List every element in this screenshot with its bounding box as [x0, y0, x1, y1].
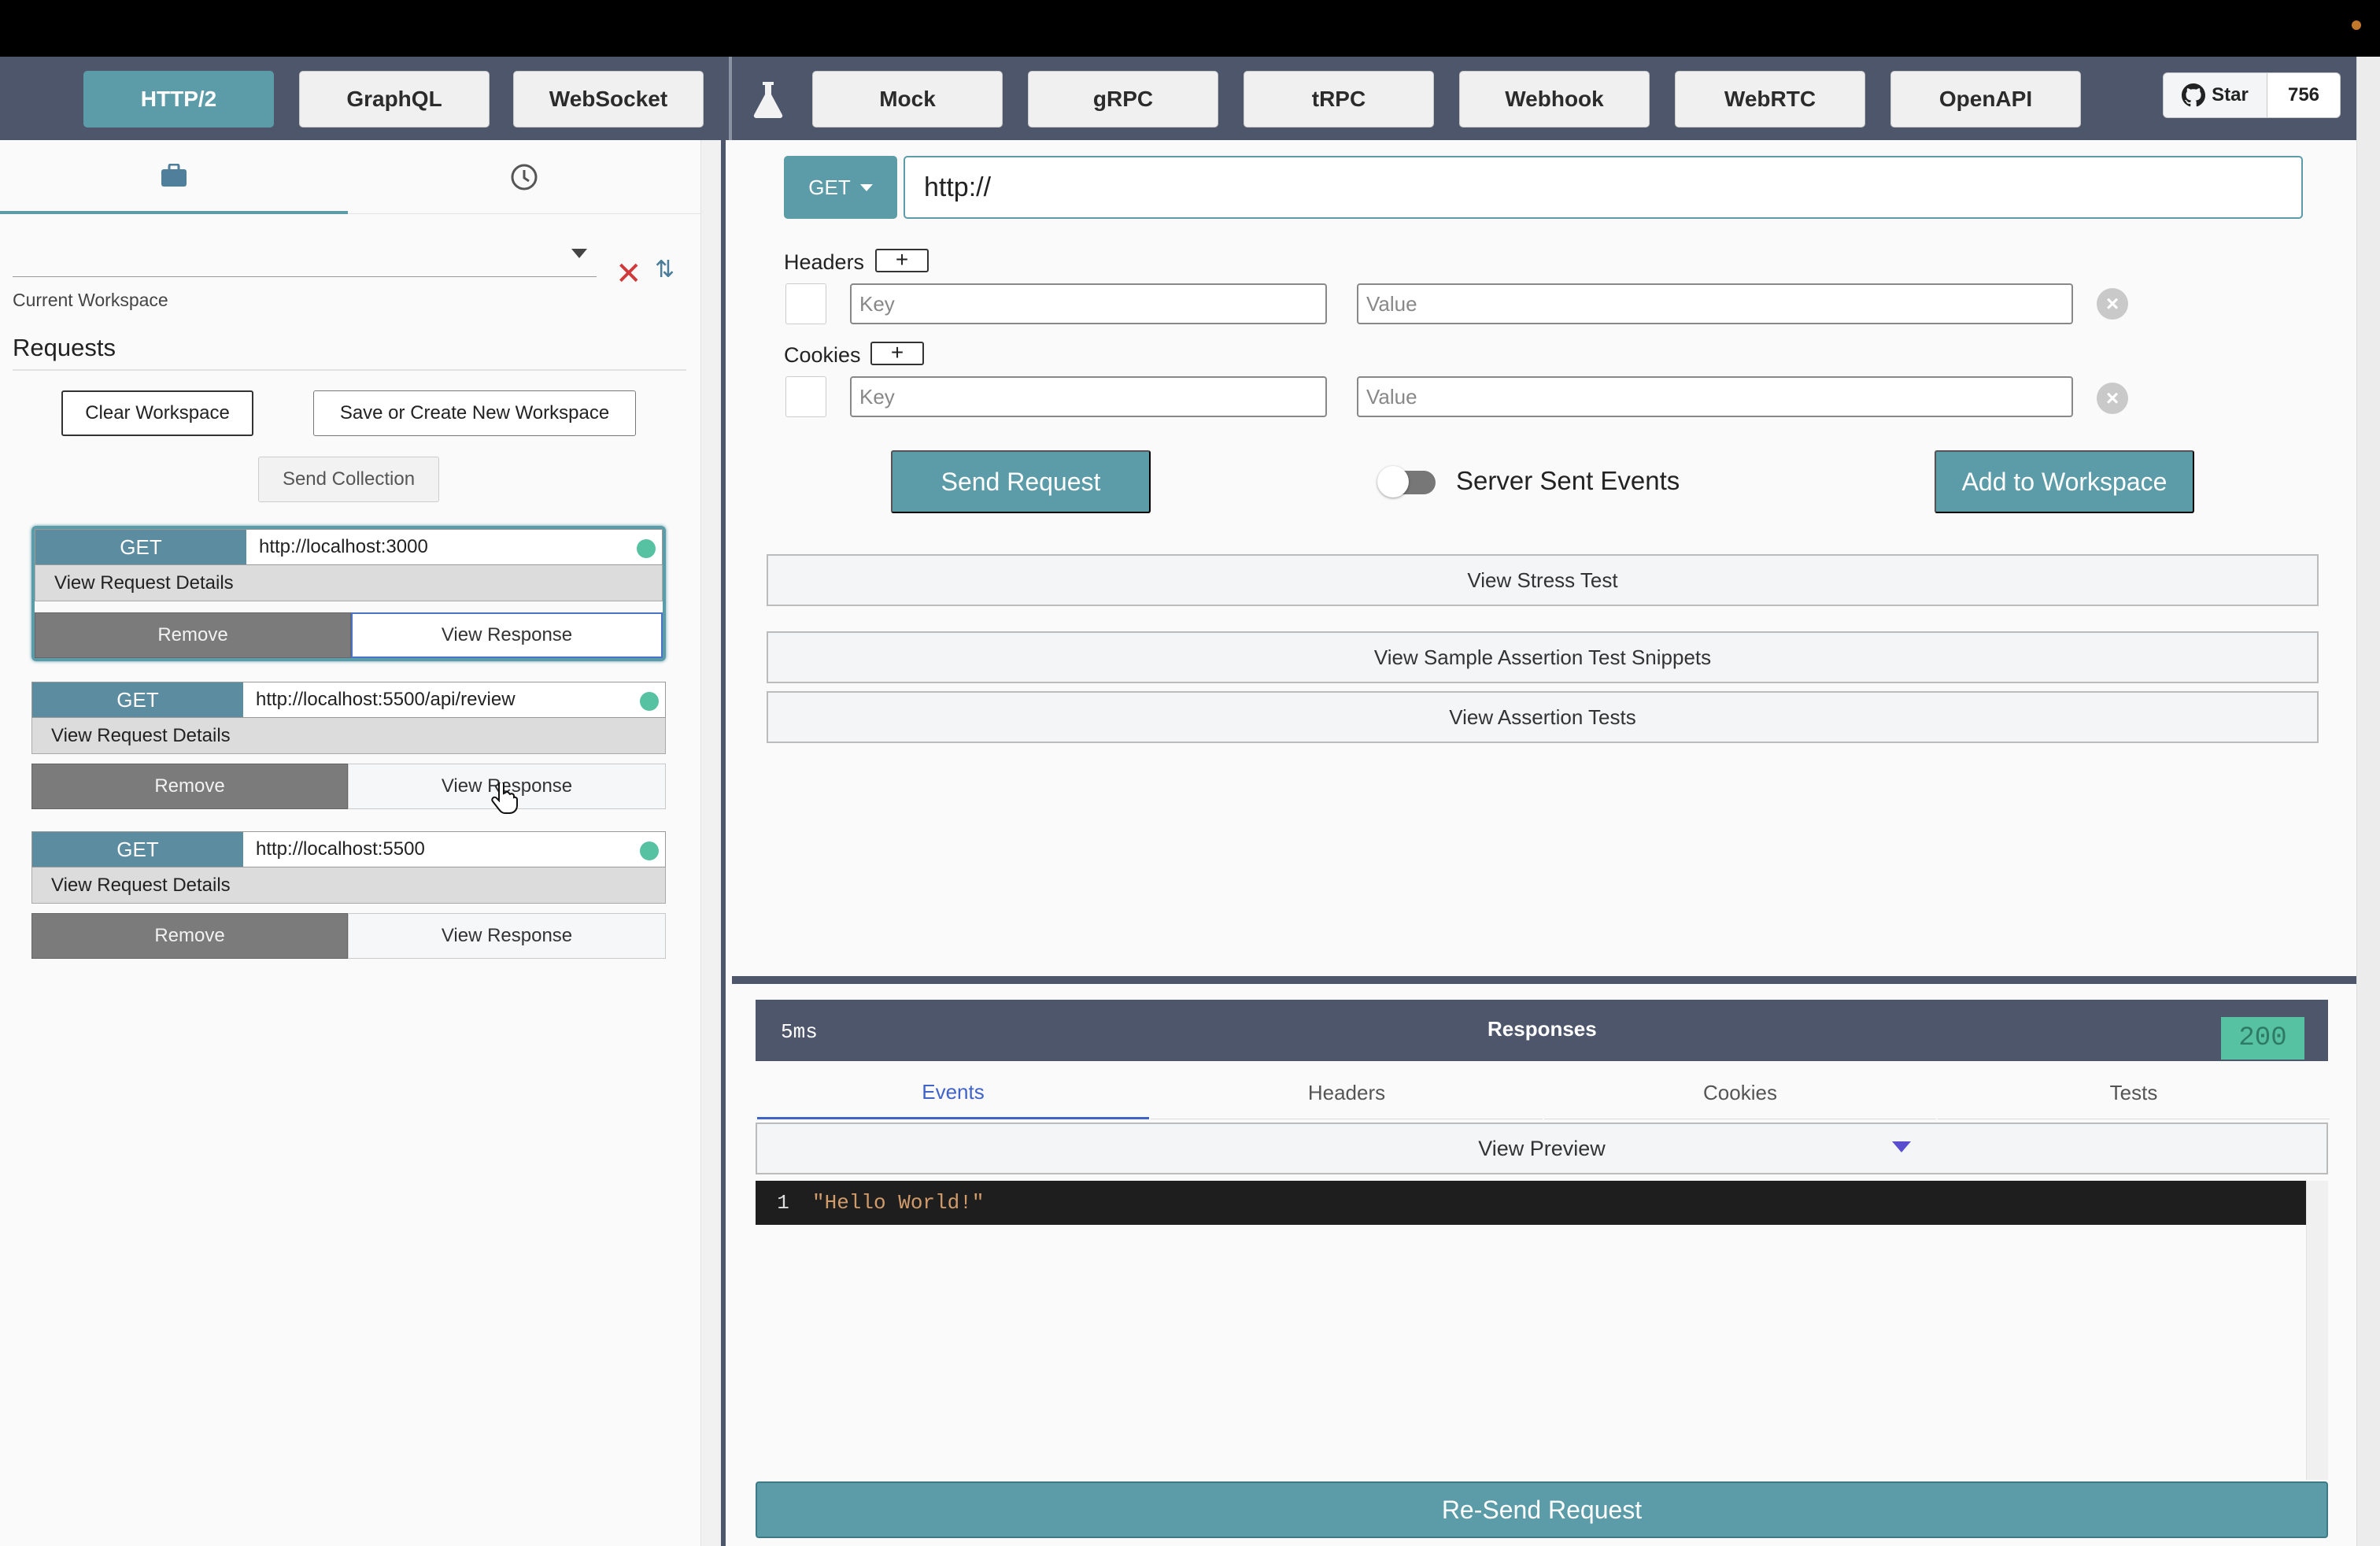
chevron-down-icon: [859, 183, 873, 191]
clear-workspace-button[interactable]: Clear Workspace: [61, 390, 253, 436]
resend-request-button[interactable]: Re-Send Request: [756, 1481, 2328, 1538]
briefcase-icon: [161, 164, 187, 187]
remove-button[interactable]: Remove: [35, 612, 351, 658]
request-url: http://localhost:3000: [246, 530, 662, 564]
chevron-down-icon: [571, 249, 587, 258]
view-snippets-button[interactable]: View Sample Assertion Test Snippets: [767, 631, 2319, 683]
workspace-label: Current Workspace: [13, 290, 168, 310]
request-method: GET: [32, 832, 243, 867]
remove-button[interactable]: Remove: [31, 913, 348, 959]
sort-icon[interactable]: ⇅: [655, 258, 674, 282]
top-navbar: HTTP/2 GraphQL WebSocket Mock gRPC tRPC …: [0, 57, 2380, 140]
view-preview-button[interactable]: View Preview: [756, 1123, 2328, 1174]
header-value-input[interactable]: Value: [1357, 283, 2073, 324]
tab-tests[interactable]: Tests: [1938, 1067, 2330, 1119]
response-body[interactable]: [756, 1181, 2306, 1480]
hand-cursor-icon: [491, 782, 518, 814]
tab-graphql[interactable]: GraphQL: [299, 71, 490, 128]
remove-button[interactable]: Remove: [31, 764, 348, 809]
status-dot: [640, 692, 659, 711]
response-time: 5ms: [781, 1020, 818, 1044]
github-icon: [2182, 83, 2206, 107]
tab-websocket[interactable]: WebSocket: [513, 71, 704, 128]
code-text: "Hello World!": [812, 1191, 985, 1215]
nav-divider: [729, 57, 732, 140]
tab-cookies[interactable]: Cookies: [1544, 1067, 1936, 1119]
view-request-details-button[interactable]: View Request Details: [35, 565, 663, 601]
request-method: GET: [32, 682, 243, 717]
status-dot: [637, 539, 656, 558]
cookie-checkbox[interactable]: [785, 376, 826, 417]
delete-header-icon[interactable]: ×: [2097, 288, 2128, 320]
sse-toggle[interactable]: [1377, 466, 1436, 497]
request-url: http://localhost:5500: [243, 832, 665, 867]
tab-mock[interactable]: Mock: [812, 71, 1003, 128]
sse-label: Server Sent Events: [1456, 466, 1680, 495]
code-line: 1 "Hello World!": [756, 1181, 2306, 1225]
workspace-select[interactable]: [13, 241, 597, 277]
send-collection-button[interactable]: Send Collection: [258, 457, 439, 502]
close-icon[interactable]: ✕: [615, 258, 642, 290]
github-star-count[interactable]: 756: [2267, 73, 2340, 117]
tab-events[interactable]: Events: [757, 1067, 1149, 1119]
responses-title: Responses: [1488, 1017, 1597, 1041]
tab-trpc[interactable]: tRPC: [1244, 71, 1434, 128]
github-star-label: Star: [2212, 84, 2249, 105]
header-key-input[interactable]: Key: [850, 283, 1327, 324]
request-card[interactable]: GET http://localhost:5500 View Request D…: [31, 831, 666, 959]
add-header-button[interactable]: +: [875, 249, 929, 272]
send-request-button[interactable]: Send Request: [891, 450, 1151, 513]
status-badge: 200: [2221, 1017, 2304, 1060]
tab-webrtc[interactable]: WebRTC: [1675, 71, 1865, 128]
add-to-workspace-button[interactable]: Add to Workspace: [1935, 450, 2194, 513]
tab-workspace[interactable]: [0, 140, 348, 214]
request-card[interactable]: GET http://localhost:5500/api/review Vie…: [31, 682, 666, 809]
method-select[interactable]: GET: [784, 156, 897, 219]
headers-label: Headers: [784, 250, 865, 274]
tab-webhook[interactable]: Webhook: [1459, 71, 1650, 128]
clock-icon: [511, 164, 538, 190]
flask-icon[interactable]: [752, 80, 784, 118]
request-card[interactable]: GET http://localhost:3000 View Request D…: [31, 526, 666, 661]
requests-heading: Requests: [13, 334, 116, 361]
workspace-sidebar: ✕ ⇅ Current Workspace Requests Clear Wor…: [0, 140, 700, 1546]
view-request-details-button[interactable]: View Request Details: [31, 867, 666, 904]
tab-history[interactable]: [348, 140, 700, 214]
github-star-button[interactable]: Star: [2164, 73, 2267, 117]
method-select-value: GET: [808, 175, 851, 199]
tab-http2[interactable]: HTTP/2: [83, 71, 274, 128]
divider: [13, 369, 686, 371]
request-method: GET: [35, 530, 246, 564]
caret-down-icon[interactable]: [1892, 1141, 1911, 1152]
add-cookie-button[interactable]: +: [870, 342, 924, 365]
cookies-label: Cookies: [784, 343, 861, 367]
request-url: http://localhost:5500/api/review: [243, 682, 665, 717]
url-input[interactable]: http://: [904, 156, 2303, 219]
response-scrollbar[interactable]: [2306, 1181, 2328, 1480]
status-dot: [640, 841, 659, 860]
view-response-button[interactable]: View Response: [351, 612, 663, 658]
line-number: 1: [777, 1191, 789, 1215]
page-scrollbar[interactable]: [2356, 57, 2380, 1546]
panel-divider[interactable]: [721, 140, 726, 1546]
status-dot: [2352, 20, 2361, 30]
toggle-knob: [1377, 466, 1409, 497]
tab-headers[interactable]: Headers: [1151, 1067, 1543, 1119]
tab-openapi[interactable]: OpenAPI: [1890, 71, 2081, 128]
github-star-widget[interactable]: Star 756: [2163, 72, 2341, 118]
cookie-key-input[interactable]: Key: [850, 376, 1327, 417]
request-composer: [732, 140, 2356, 951]
view-stress-test-button[interactable]: View Stress Test: [767, 554, 2319, 606]
header-checkbox[interactable]: [785, 283, 826, 324]
view-response-button[interactable]: View Response: [348, 913, 666, 959]
window-top-strip: [0, 0, 2380, 57]
delete-cookie-icon[interactable]: ×: [2097, 383, 2128, 414]
save-workspace-button[interactable]: Save or Create New Workspace: [313, 390, 636, 436]
panel-splitter[interactable]: [732, 976, 2356, 984]
cookie-value-input[interactable]: Value: [1357, 376, 2073, 417]
view-request-details-button[interactable]: View Request Details: [31, 718, 666, 754]
tab-grpc[interactable]: gRPC: [1028, 71, 1218, 128]
view-assertion-tests-button[interactable]: View Assertion Tests: [767, 691, 2319, 743]
